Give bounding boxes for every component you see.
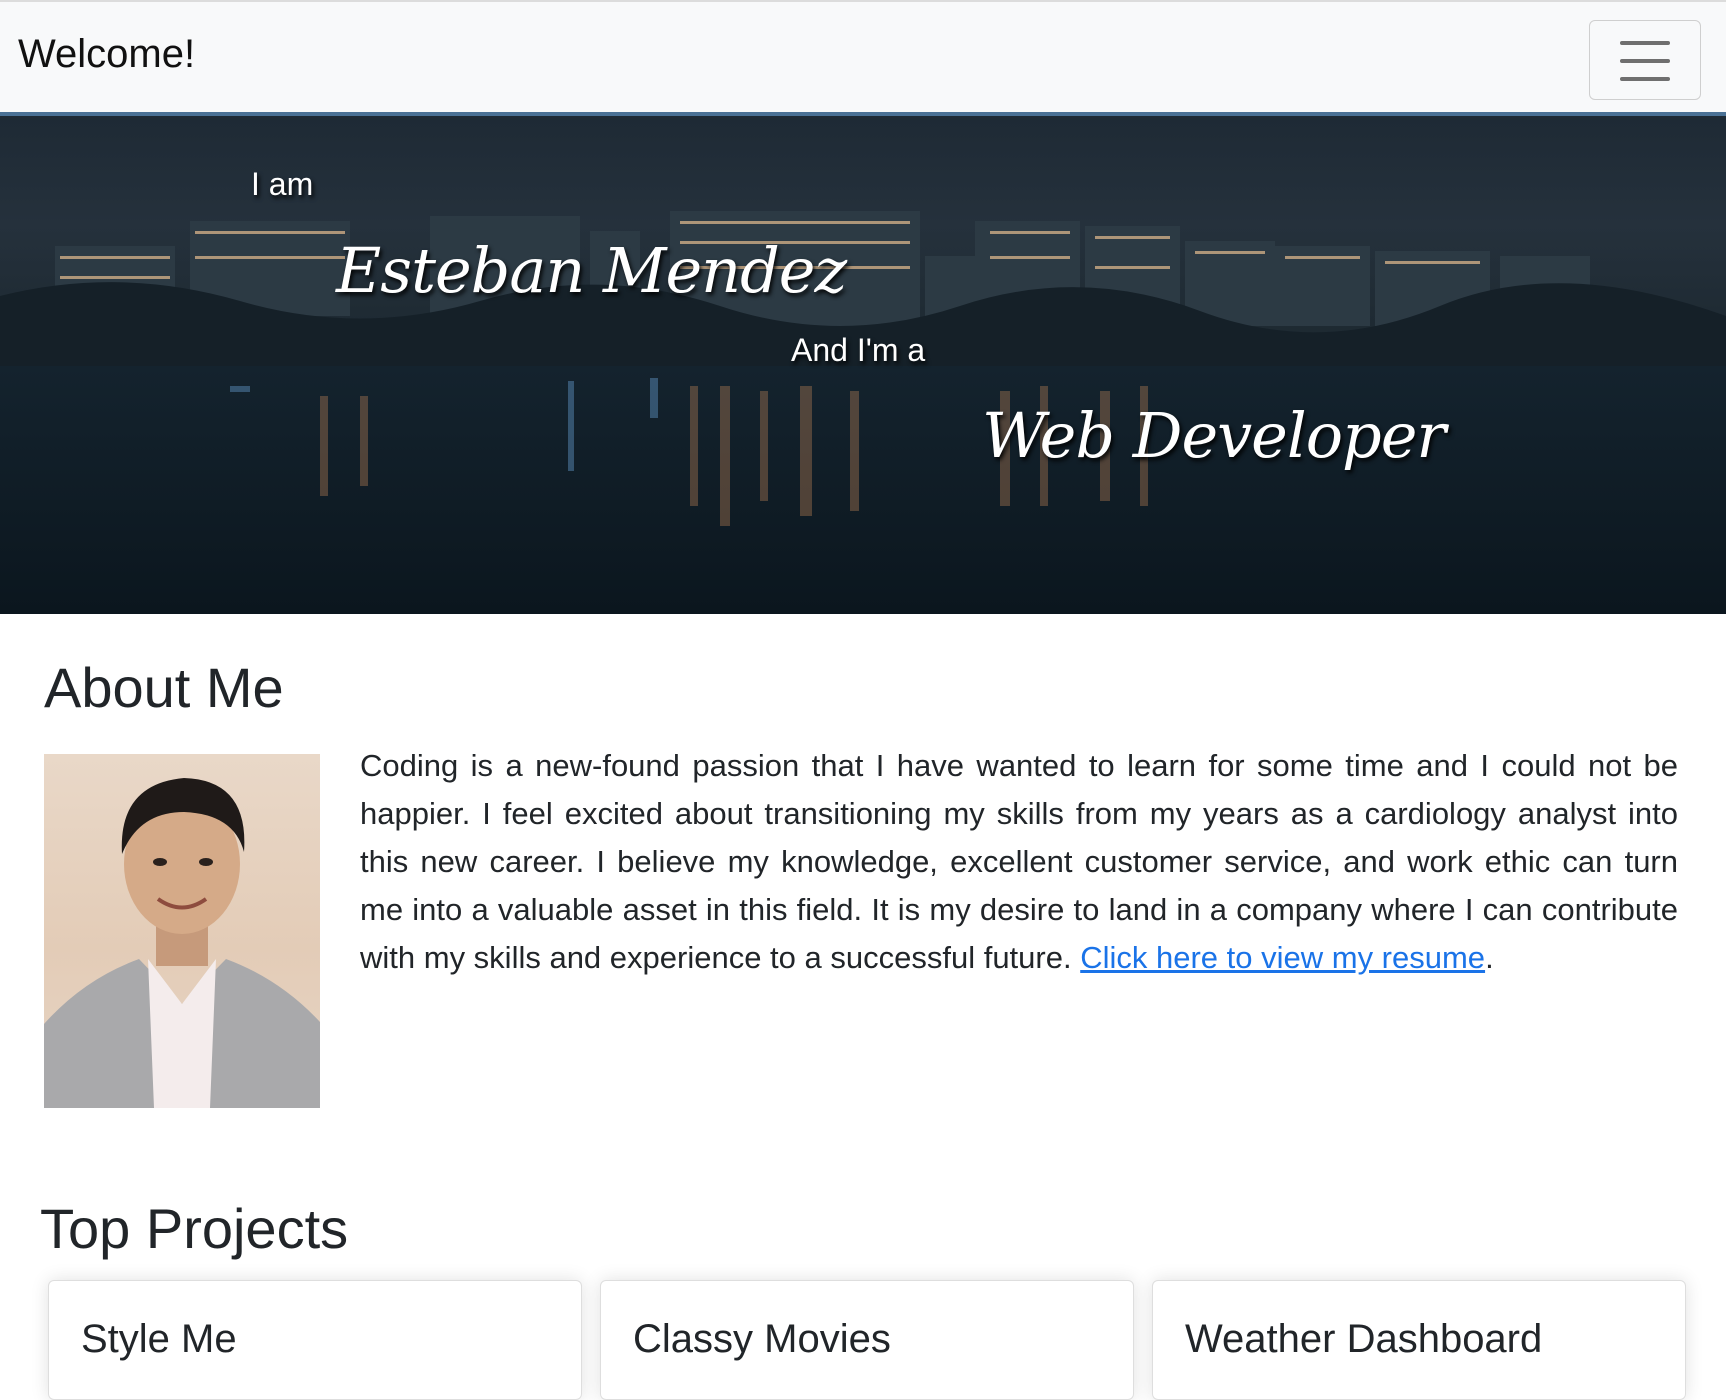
hero-name: Esteban Mendez [336,234,847,307]
hero-subintro-text: And I'm a [791,332,926,368]
project-card[interactable]: Style Me [48,1280,582,1400]
project-card[interactable]: Weather Dashboard [1152,1280,1686,1400]
navbar: Welcome! [0,0,1726,116]
hero-banner: I am Esteban Mendez And I'm a Web Develo… [0,116,1726,614]
project-card-title: Style Me [81,1317,237,1361]
project-card-title: Classy Movies [633,1317,891,1361]
navbar-toggle-button[interactable] [1589,20,1701,100]
profile-photo [44,754,320,1108]
about-text: Coding is a new-found passion that I hav… [360,742,1678,982]
about-title: About Me [44,656,284,719]
projects-title: Top Projects [40,1197,349,1260]
navbar-brand[interactable]: Welcome! [18,32,195,77]
about-trailing: . [1485,940,1494,975]
resume-link[interactable]: Click here to view my resume [1080,940,1485,975]
hero-intro-text: I am [251,166,314,202]
hero-role: Web Developer [982,399,1446,472]
project-card[interactable]: Classy Movies [600,1280,1134,1400]
project-card-title: Weather Dashboard [1185,1317,1543,1361]
